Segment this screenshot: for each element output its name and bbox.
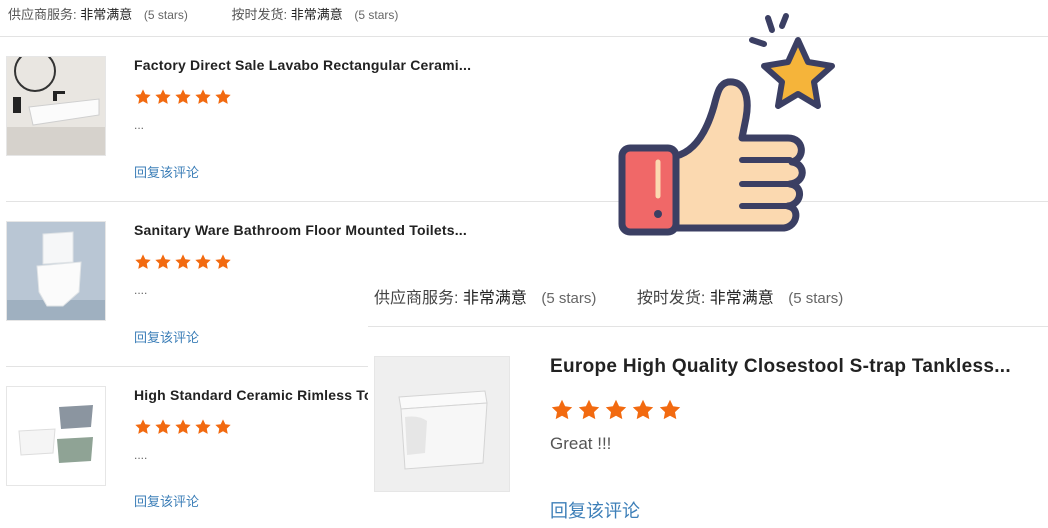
star-badge-icon	[761, 37, 835, 109]
reply-to-review-link[interactable]: 回复该评论	[134, 491, 199, 510]
rating-summary: 供应商服务: 非常满意 (5 stars) 按时发货: 非常满意 (5 star…	[374, 284, 879, 308]
star-icon	[135, 254, 151, 269]
supplier-service-rating: 供应商服务: 非常满意 (5 stars)	[8, 4, 188, 23]
star-icon	[578, 399, 600, 420]
star-icon	[195, 254, 211, 269]
supplier-service-stars: (5 stars)	[541, 290, 597, 307]
divider	[0, 36, 1048, 37]
product-title-link[interactable]: Europe High Quality Closestool S-trap Ta…	[550, 356, 1015, 378]
supplier-service-label: 供应商服务:	[8, 7, 77, 22]
supplier-service-label: 供应商服务:	[374, 290, 459, 307]
star-icon	[632, 399, 654, 420]
reply-to-review-link[interactable]: 回复该评论	[550, 497, 640, 523]
shipping-label: 按时发货:	[636, 290, 706, 307]
review-text: Great !!!	[550, 434, 612, 453]
star-icon	[175, 419, 191, 434]
supplier-service-stars: (5 stars)	[143, 8, 188, 22]
shipping-value: 非常满意	[709, 290, 774, 307]
supplier-service-rating: 供应商服务: 非常满意 (5 stars)	[374, 284, 596, 308]
divider	[6, 366, 368, 367]
star-icon	[195, 419, 211, 434]
divider	[6, 201, 1048, 202]
shipping-label: 按时发货:	[231, 7, 288, 22]
reply-to-review-link[interactable]: 回复该评论	[134, 327, 199, 346]
product-title-link[interactable]: Factory Direct Sale Lavabo Rectangular C…	[134, 57, 474, 73]
star-rating	[550, 398, 682, 422]
product-thumbnail-wall-hung[interactable]	[6, 386, 106, 486]
star-rating	[134, 88, 232, 106]
rating-summary: 供应商服务: 非常满意 (5 stars) 按时发货: 非常满意 (5 star…	[8, 4, 438, 23]
supplier-service-value: 非常满意	[462, 290, 527, 307]
star-icon	[215, 254, 231, 269]
star-icon	[215, 419, 231, 434]
product-thumbnail-toilet[interactable]	[6, 221, 106, 321]
review-item: Factory Direct Sale Lavabo Rectangular C…	[0, 46, 1048, 196]
shipping-value: 非常满意	[290, 7, 343, 22]
divider	[368, 326, 1048, 327]
star-icon	[135, 89, 151, 104]
star-rating	[134, 253, 232, 271]
review-text: ....	[134, 283, 148, 297]
star-icon	[155, 89, 171, 104]
supplier-service-value: 非常满意	[80, 7, 133, 22]
star-rating	[134, 418, 232, 436]
thumbs-up-icon	[618, 13, 835, 236]
shipping-stars: (5 stars)	[354, 8, 399, 22]
zoomed-review-panel: 供应商服务: 非常满意 (5 stars) 按时发货: 非常满意 (5 star…	[368, 270, 1048, 528]
star-icon	[135, 419, 151, 434]
shipping-stars: (5 stars)	[788, 290, 844, 307]
reply-to-review-link[interactable]: 回复该评论	[134, 162, 199, 181]
product-title-link[interactable]: High Standard Ceramic Rimless To	[134, 387, 368, 403]
star-icon	[175, 89, 191, 104]
star-icon	[659, 399, 681, 420]
review-text: ...	[134, 118, 145, 132]
product-title-link[interactable]: Sanitary Ware Bathroom Floor Mounted Toi…	[134, 222, 474, 238]
star-icon	[605, 399, 627, 420]
star-icon	[155, 254, 171, 269]
review-item: High Standard Ceramic Rimless To .... 回复…	[0, 376, 368, 528]
star-icon	[155, 419, 171, 434]
star-icon	[551, 399, 573, 420]
star-icon	[195, 89, 211, 104]
on-time-shipping-rating: 按时发货: 非常满意 (5 stars)	[637, 284, 843, 308]
on-time-shipping-rating: 按时发货: 非常满意 (5 stars)	[232, 4, 399, 23]
product-thumbnail-closestool[interactable]	[374, 356, 510, 492]
star-icon	[215, 89, 231, 104]
star-icon	[175, 254, 191, 269]
review-text: ....	[134, 448, 148, 462]
product-thumbnail-basin[interactable]	[6, 56, 106, 156]
